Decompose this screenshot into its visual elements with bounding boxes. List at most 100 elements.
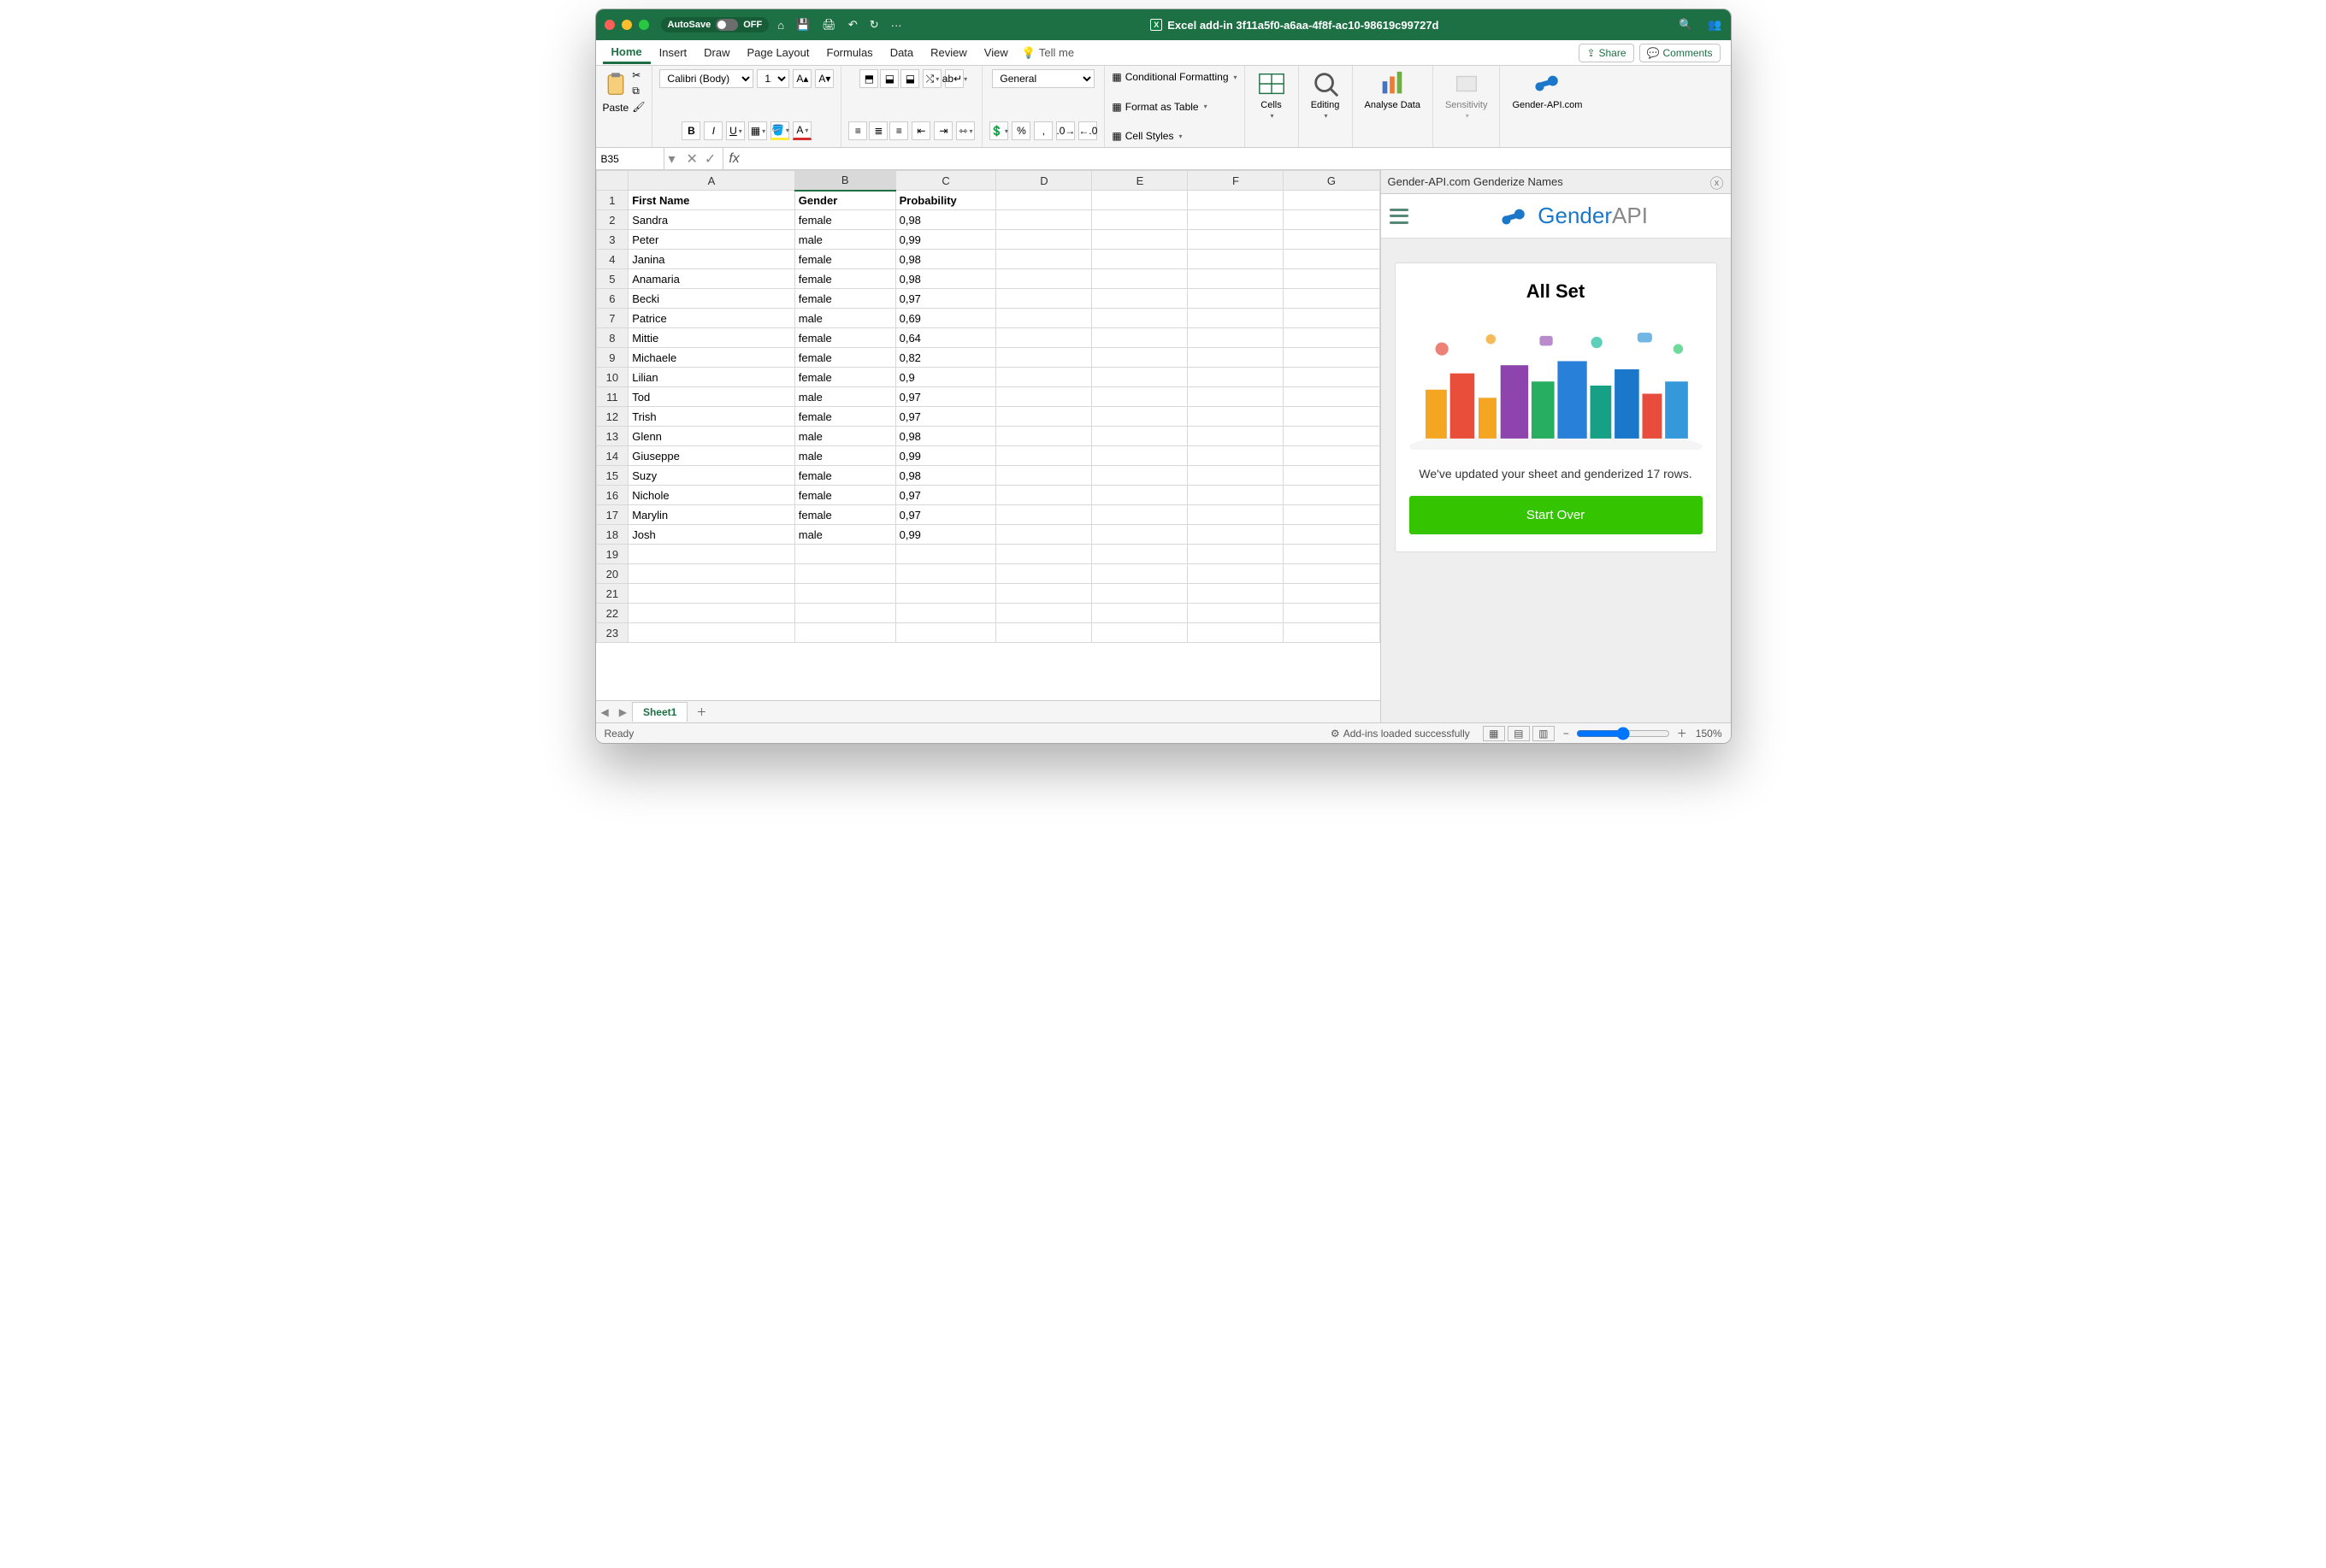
- row-header[interactable]: 10: [596, 368, 629, 387]
- cell[interactable]: female: [794, 289, 895, 309]
- autosave-switch-icon[interactable]: [716, 19, 738, 31]
- cell[interactable]: [996, 407, 1092, 427]
- cell[interactable]: [996, 623, 1092, 643]
- comments-button[interactable]: 💬 Comments: [1639, 44, 1721, 62]
- page-layout-view-icon[interactable]: ▤: [1508, 726, 1530, 741]
- cell[interactable]: [1284, 230, 1379, 250]
- cell[interactable]: 0,99: [895, 525, 996, 545]
- cell[interactable]: [1284, 427, 1379, 446]
- cell[interactable]: [1092, 604, 1188, 623]
- row-header[interactable]: 9: [596, 348, 629, 368]
- inc-decimal-icon[interactable]: .0→: [1056, 121, 1075, 140]
- col-D[interactable]: D: [996, 171, 1092, 191]
- cell[interactable]: male: [794, 230, 895, 250]
- align-middle-icon[interactable]: ⬓: [880, 69, 899, 88]
- cell[interactable]: Trish: [629, 407, 795, 427]
- format-as-table[interactable]: ▦Format as Table: [1112, 99, 1207, 115]
- share-people-icon[interactable]: 👥: [1708, 18, 1721, 32]
- cell[interactable]: Marylin: [629, 505, 795, 525]
- cell[interactable]: [996, 309, 1092, 328]
- align-bottom-icon[interactable]: ⬓: [900, 69, 919, 88]
- row-header[interactable]: 22: [596, 604, 629, 623]
- cell[interactable]: [1092, 328, 1188, 348]
- format-painter-icon[interactable]: 🖌: [632, 101, 645, 113]
- cell[interactable]: [996, 269, 1092, 289]
- cell[interactable]: [1188, 525, 1284, 545]
- row-header[interactable]: 5: [596, 269, 629, 289]
- cell[interactable]: [1092, 623, 1188, 643]
- cell[interactable]: [794, 623, 895, 643]
- tell-me[interactable]: 💡 Tell me: [1022, 46, 1074, 60]
- close-pane-icon[interactable]: ⓧ: [1709, 172, 1723, 192]
- align-left-icon[interactable]: ≡: [848, 121, 867, 140]
- cell[interactable]: female: [794, 210, 895, 230]
- cell[interactable]: [1188, 309, 1284, 328]
- cell[interactable]: [1284, 269, 1379, 289]
- cell[interactable]: [1188, 486, 1284, 505]
- cell[interactable]: [996, 604, 1092, 623]
- cell[interactable]: 0,97: [895, 505, 996, 525]
- paste-button[interactable]: Paste: [603, 69, 629, 114]
- cell[interactable]: [1188, 210, 1284, 230]
- cell[interactable]: [1284, 604, 1379, 623]
- cell[interactable]: [1284, 210, 1379, 230]
- cell[interactable]: [1284, 564, 1379, 584]
- cell[interactable]: Josh: [629, 525, 795, 545]
- copy-icon[interactable]: ⧉: [632, 85, 645, 97]
- save-icon[interactable]: 💾: [796, 18, 810, 32]
- cell[interactable]: [1092, 466, 1188, 486]
- font-size-select[interactable]: 12: [757, 69, 789, 88]
- row-header[interactable]: 7: [596, 309, 629, 328]
- sheet-nav-next[interactable]: ▶: [614, 706, 632, 718]
- cell[interactable]: female: [794, 505, 895, 525]
- tab-draw[interactable]: Draw: [695, 43, 738, 62]
- zoom-level[interactable]: 150%: [1696, 728, 1722, 740]
- cell[interactable]: 0,99: [895, 446, 996, 466]
- sensitivity-button[interactable]: Sensitivity: [1440, 69, 1493, 120]
- tab-page-layout[interactable]: Page Layout: [738, 43, 818, 62]
- tab-view[interactable]: View: [976, 43, 1017, 62]
- col-C[interactable]: C: [895, 171, 996, 191]
- cell[interactable]: female: [794, 269, 895, 289]
- cell[interactable]: [1092, 191, 1188, 210]
- cell[interactable]: [895, 564, 996, 584]
- cell[interactable]: male: [794, 427, 895, 446]
- cell[interactable]: male: [794, 387, 895, 407]
- cell[interactable]: male: [794, 525, 895, 545]
- number-format-select[interactable]: General: [992, 69, 1095, 88]
- cell[interactable]: Lilian: [629, 368, 795, 387]
- cell[interactable]: [1284, 191, 1379, 210]
- border-button[interactable]: ▦: [748, 121, 767, 140]
- cell[interactable]: 0,97: [895, 407, 996, 427]
- tab-review[interactable]: Review: [922, 43, 976, 62]
- cell[interactable]: [1188, 545, 1284, 564]
- cell[interactable]: [1092, 486, 1188, 505]
- cell[interactable]: Nichole: [629, 486, 795, 505]
- cell[interactable]: 0,97: [895, 486, 996, 505]
- cell[interactable]: [1092, 525, 1188, 545]
- cell[interactable]: [1092, 387, 1188, 407]
- cell[interactable]: [629, 545, 795, 564]
- cell[interactable]: [996, 545, 1092, 564]
- row-header[interactable]: 21: [596, 584, 629, 604]
- cell[interactable]: [996, 210, 1092, 230]
- cell[interactable]: Becki: [629, 289, 795, 309]
- accept-formula-icon[interactable]: ✓: [705, 150, 716, 168]
- maximize-window-icon[interactable]: [639, 20, 649, 30]
- cell[interactable]: female: [794, 328, 895, 348]
- start-over-button[interactable]: Start Over: [1409, 496, 1703, 534]
- tab-formulas[interactable]: Formulas: [818, 43, 882, 62]
- sheet-tab-1[interactable]: Sheet1: [632, 702, 688, 722]
- col-E[interactable]: E: [1092, 171, 1188, 191]
- col-A[interactable]: A: [629, 171, 795, 191]
- cell[interactable]: [1092, 368, 1188, 387]
- cell[interactable]: [629, 564, 795, 584]
- fx-icon[interactable]: fx: [723, 151, 744, 167]
- gender-api-button[interactable]: Gender-API.com: [1507, 69, 1587, 110]
- cell[interactable]: [996, 250, 1092, 269]
- orientation-icon[interactable]: ⤭: [923, 69, 942, 88]
- row-header[interactable]: 4: [596, 250, 629, 269]
- cell[interactable]: Glenn: [629, 427, 795, 446]
- analyse-data-button[interactable]: Analyse Data: [1360, 69, 1426, 110]
- minimize-window-icon[interactable]: [622, 20, 632, 30]
